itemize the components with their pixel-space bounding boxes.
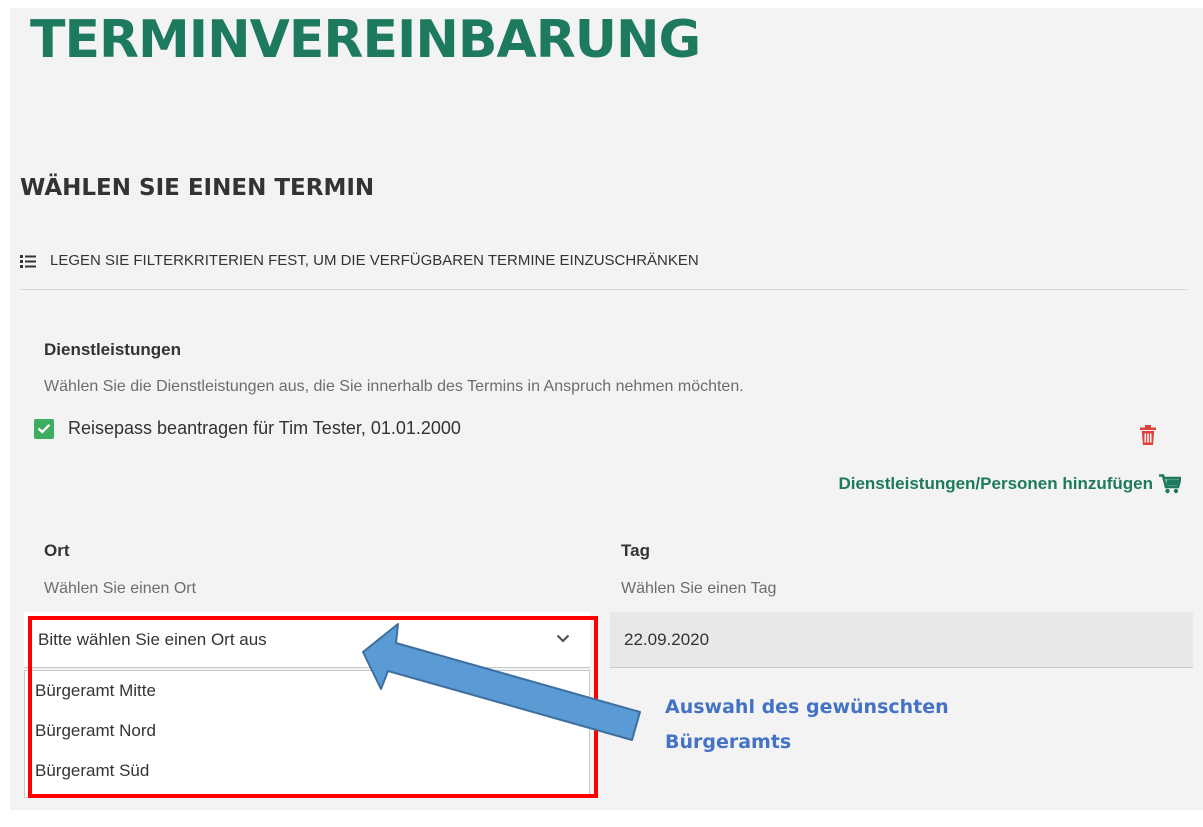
location-options-list: Bürgeramt Mitte Bürgeramt Nord Bürgeramt… <box>24 670 590 798</box>
service-item: Reisepass beantragen für Tim Tester, 01.… <box>34 418 461 439</box>
service-item-label: Reisepass beantragen für Tim Tester, 01.… <box>68 418 461 438</box>
services-help-text: Wählen Sie die Dienstleistungen aus, die… <box>44 378 744 395</box>
section-title: WÄHLEN SIE EINEN TERMIN <box>20 175 375 201</box>
page-title: TERMINVEREINBARUNG <box>30 10 701 70</box>
annotation-line-1: Auswahl des gewünschten <box>665 696 949 718</box>
check-icon <box>37 423 51 434</box>
day-input-value: 22.09.2020 <box>624 629 710 649</box>
day-help-text: Wählen Sie einen Tag <box>621 580 777 597</box>
location-select-value: Bitte wählen Sie einen Ort aus <box>38 629 267 649</box>
services-label: Dienstleistungen <box>44 340 181 359</box>
cart-icon <box>1159 474 1181 494</box>
location-select[interactable]: Bitte wählen Sie einen Ort aus <box>24 612 590 668</box>
add-services-link[interactable]: Dienstleistungen/Personen hinzufügen <box>838 474 1181 494</box>
delete-service-button[interactable] <box>1140 425 1156 450</box>
chevron-down-icon <box>556 634 570 643</box>
annotation-line-2: Bürgeramts <box>665 731 792 753</box>
annotation-text: Auswahl des gewünschten Bürgeramts <box>665 690 949 760</box>
add-services-label: Dienstleistungen/Personen hinzufügen <box>838 474 1153 493</box>
location-option[interactable]: Bürgeramt Nord <box>25 711 589 751</box>
trash-icon <box>1140 425 1156 445</box>
location-option[interactable]: Bürgeramt Süd <box>25 751 589 791</box>
filter-criteria-toggle[interactable]: LEGEN SIE FILTERKRITERIEN FEST, UM DIE V… <box>20 252 1187 290</box>
service-checkbox[interactable] <box>34 418 54 439</box>
location-help-text: Wählen Sie einen Ort <box>44 580 197 597</box>
location-option[interactable]: Bürgeramt Mitte <box>25 671 589 711</box>
day-label: Tag <box>621 541 650 560</box>
list-icon <box>20 255 36 268</box>
filter-criteria-label: LEGEN SIE FILTERKRITERIEN FEST, UM DIE V… <box>50 252 699 269</box>
location-label: Ort <box>44 541 70 560</box>
day-input[interactable]: 22.09.2020 <box>610 612 1193 668</box>
